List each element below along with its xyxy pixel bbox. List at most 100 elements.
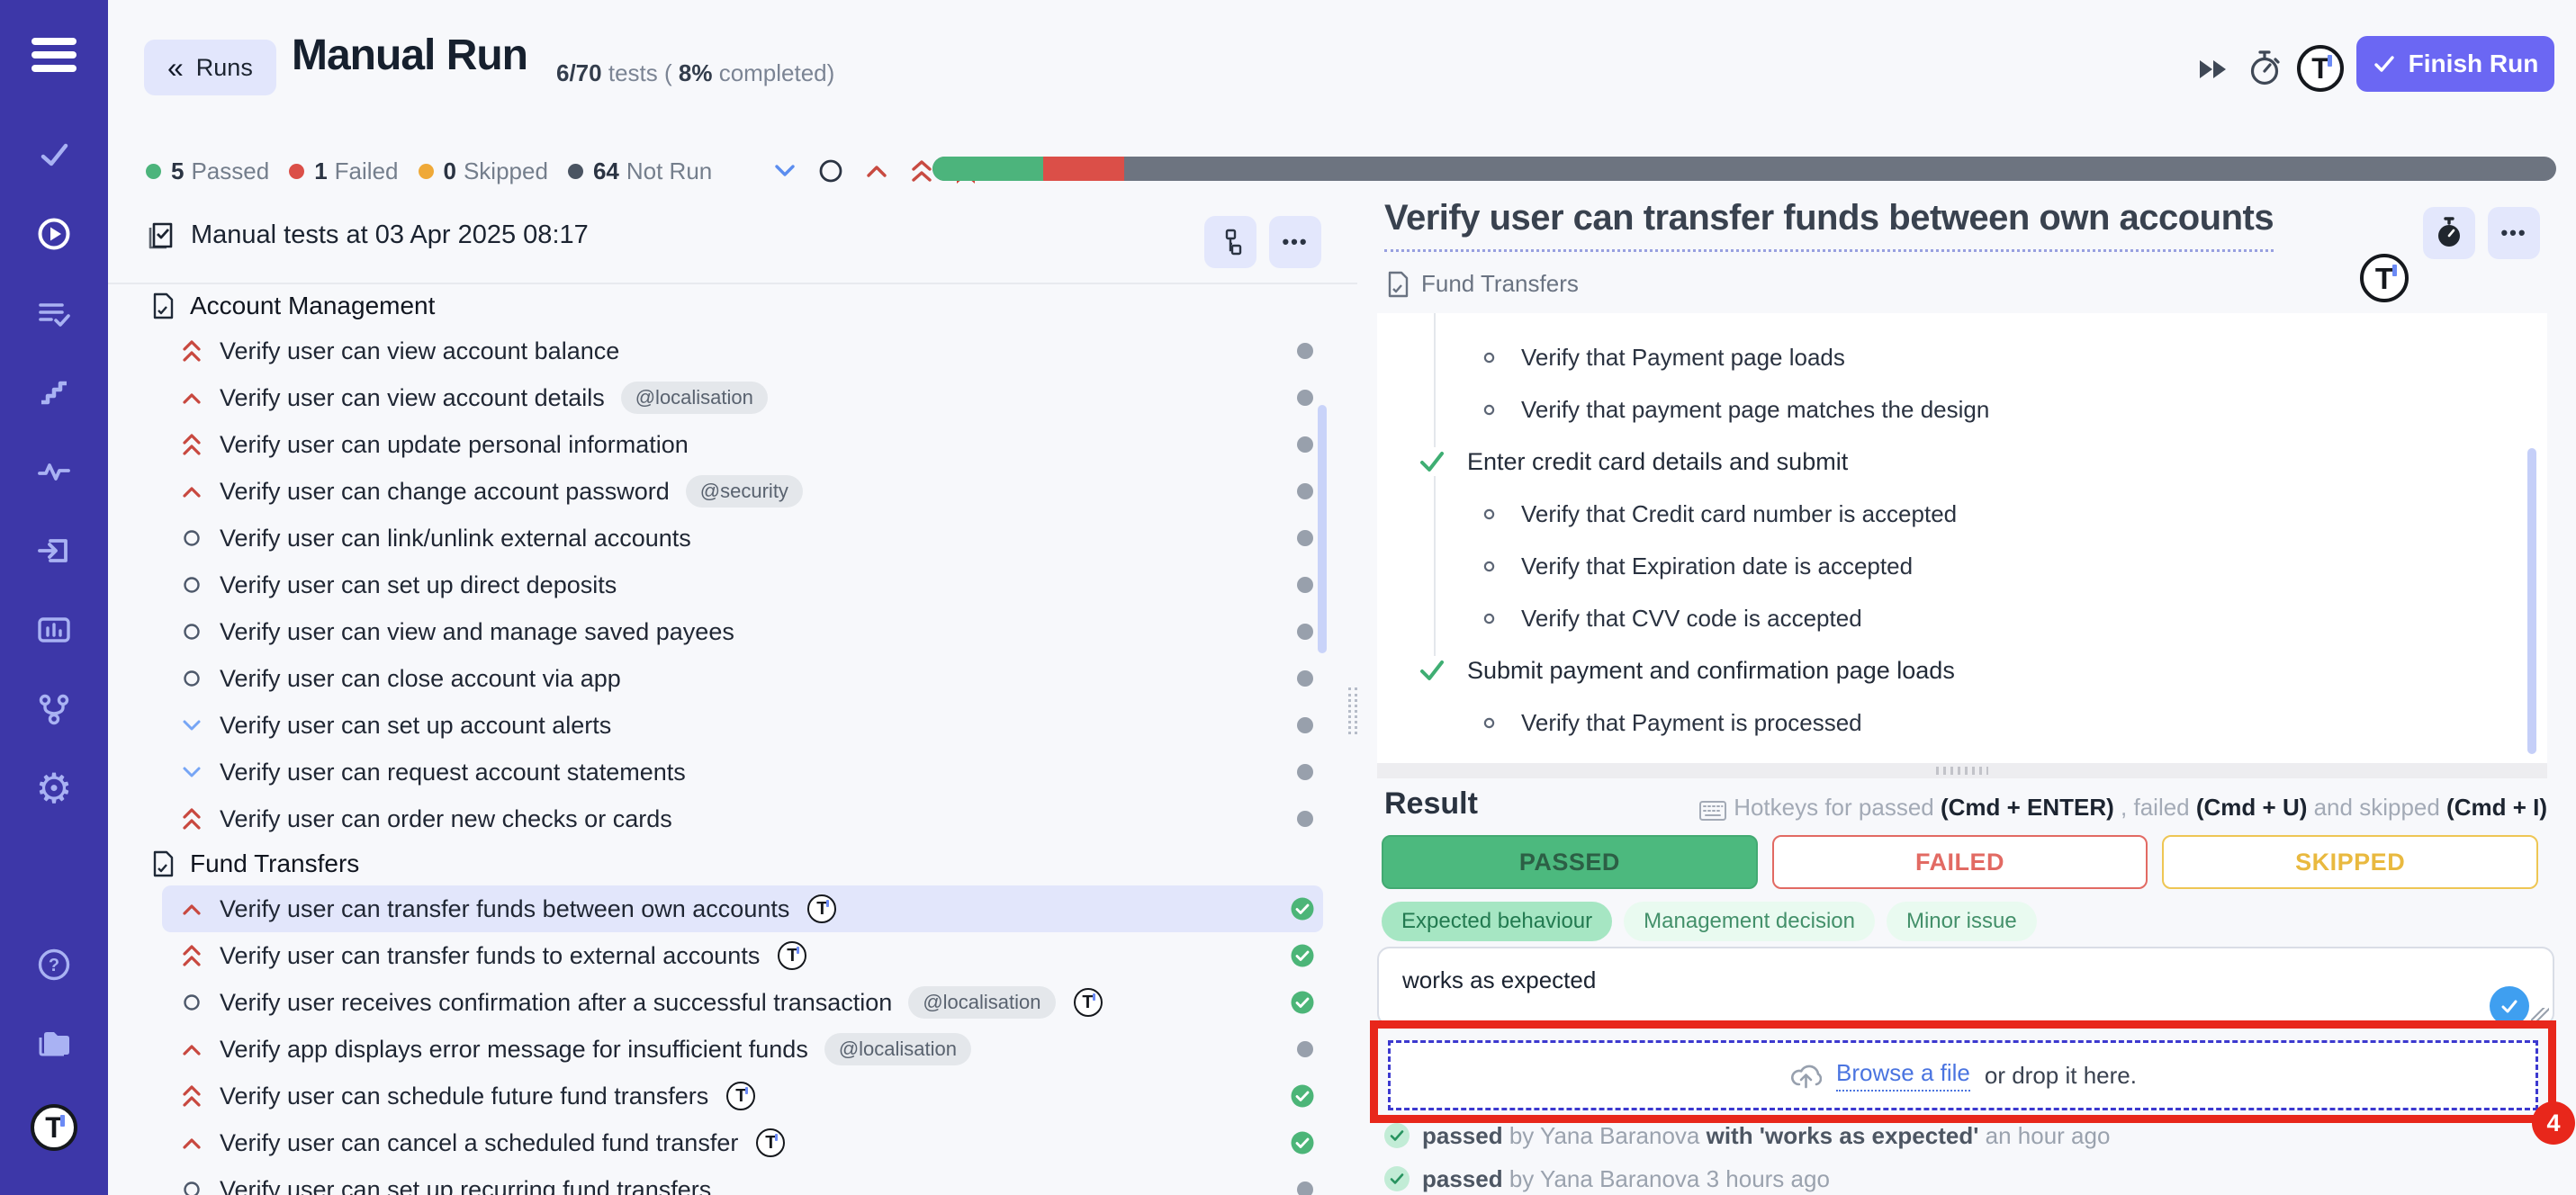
testomat-header-logo-icon[interactable]: T bbox=[2297, 45, 2344, 92]
finish-run-button[interactable]: Finish Run bbox=[2356, 36, 2554, 92]
chevron-down-icon[interactable] bbox=[773, 162, 797, 180]
fast-forward-icon[interactable] bbox=[2198, 56, 2229, 83]
back-to-runs-label: Runs bbox=[196, 54, 253, 82]
step-item[interactable]: Enter credit card details and submit bbox=[1377, 436, 2547, 488]
test-row[interactable]: Verify user can cancel a scheduled fund … bbox=[162, 1119, 1323, 1166]
progress-failed-segment bbox=[1043, 157, 1124, 181]
steps-stairs-icon[interactable] bbox=[35, 373, 73, 411]
quick-tag-minor-issue[interactable]: Minor issue bbox=[1887, 902, 2037, 941]
comment-resize-grip[interactable] bbox=[2531, 1008, 2549, 1026]
list-scrollbar[interactable] bbox=[1318, 405, 1327, 653]
status-dot-icon bbox=[289, 164, 304, 179]
check-icon bbox=[2373, 52, 2396, 76]
step-check-icon bbox=[1419, 447, 1446, 476]
testomat-logo-icon[interactable]: T bbox=[31, 1104, 77, 1151]
test-row[interactable]: Verify user can view account details@loc… bbox=[162, 374, 1323, 421]
test-row[interactable]: Verify app displays error message for in… bbox=[162, 1026, 1323, 1073]
step-item[interactable]: Submit payment and confirmation page loa… bbox=[1377, 644, 2547, 696]
test-row[interactable]: Verify user can update personal informat… bbox=[162, 421, 1323, 468]
priority-normal-icon bbox=[180, 529, 203, 547]
settings-gear-icon[interactable]: ⚙ bbox=[35, 769, 73, 807]
test-timer-button[interactable] bbox=[2423, 207, 2475, 259]
test-row[interactable]: Verify user can transfer funds between o… bbox=[162, 885, 1323, 932]
failed-button[interactable]: FAILED bbox=[1772, 835, 2148, 889]
substep-item[interactable]: Verify that payment page matches the des… bbox=[1377, 383, 2547, 436]
priority-highest-icon bbox=[180, 806, 203, 831]
annotation-badge: 4 bbox=[2532, 1101, 2575, 1145]
import-icon[interactable] bbox=[35, 532, 73, 570]
substep-item[interactable]: Verify that Payment is processed bbox=[1377, 696, 2547, 749]
quick-tag-expected-behaviour[interactable]: Expected behaviour bbox=[1382, 902, 1612, 941]
test-row[interactable]: Verify user can close account via app bbox=[162, 655, 1323, 702]
test-row[interactable]: Verify user can transfer funds to extern… bbox=[162, 932, 1323, 979]
test-row[interactable]: Verify user can view account balance bbox=[162, 328, 1323, 374]
substep-bullet-icon bbox=[1483, 613, 1495, 624]
double-caret-up-icon[interactable] bbox=[910, 158, 933, 184]
keyboard-icon bbox=[1699, 801, 1726, 821]
priority-highest-icon bbox=[180, 432, 203, 457]
check-icon bbox=[2499, 996, 2519, 1016]
browse-file-link[interactable]: Browse a file bbox=[1836, 1059, 1970, 1092]
test-status-passed-icon bbox=[1291, 991, 1314, 1014]
test-detail-title[interactable]: Verify user can transfer funds between o… bbox=[1384, 198, 2274, 252]
test-row[interactable]: Verify user can set up direct deposits bbox=[162, 562, 1323, 608]
file-upload-dropzone[interactable]: Browse a file or drop it here. bbox=[1388, 1040, 2538, 1110]
circle-outline-icon[interactable] bbox=[818, 158, 843, 184]
test-row[interactable]: Verify user can schedule future fund tra… bbox=[162, 1073, 1323, 1119]
projects-folder-icon[interactable] bbox=[35, 1025, 73, 1063]
analytics-chart-icon[interactable] bbox=[35, 611, 73, 649]
quick-tag-management-decision[interactable]: Management decision bbox=[1624, 902, 1875, 941]
test-automated-logo-icon: T bbox=[2360, 254, 2409, 302]
test-row[interactable]: Verify user can link/unlink external acc… bbox=[162, 515, 1323, 562]
passed-button[interactable]: PASSED bbox=[1382, 835, 1758, 889]
stopwatch-icon[interactable] bbox=[2247, 49, 2282, 88]
test-row[interactable]: Verify user can set up account alerts bbox=[162, 702, 1323, 749]
steps-scrollbar[interactable] bbox=[2527, 448, 2536, 754]
runs-play-icon[interactable] bbox=[35, 215, 73, 253]
run-more-options-button[interactable]: ••• bbox=[1269, 216, 1321, 268]
suite-header[interactable]: Fund Transfers bbox=[108, 842, 1357, 885]
test-status-notrun-icon bbox=[1296, 342, 1314, 360]
comment-input[interactable]: works as expected bbox=[1377, 947, 2554, 1026]
automated-test-icon: T bbox=[726, 1082, 755, 1110]
test-status-notrun-icon bbox=[1296, 389, 1314, 407]
plans-list-check-icon[interactable] bbox=[35, 294, 73, 332]
suite-header[interactable]: Account Management bbox=[108, 284, 1357, 328]
automated-test-icon: T bbox=[778, 941, 806, 970]
test-row[interactable]: Verify user can set up recurring fund tr… bbox=[162, 1166, 1323, 1195]
substep-item[interactable]: Verify that Expiration date is accepted bbox=[1377, 540, 2547, 592]
panel-resize-grip[interactable] bbox=[1348, 687, 1357, 734]
hamburger-menu-icon[interactable] bbox=[32, 38, 77, 72]
test-suite-breadcrumb[interactable]: Fund Transfers bbox=[1386, 270, 1579, 298]
priority-high-icon bbox=[180, 483, 203, 499]
test-row[interactable]: Verify user receives confirmation after … bbox=[162, 979, 1323, 1026]
steps-resize-handle[interactable] bbox=[1377, 763, 2547, 778]
help-icon[interactable]: ? bbox=[35, 946, 73, 984]
priority-highest-icon bbox=[180, 943, 203, 968]
priority-high-icon bbox=[180, 390, 203, 406]
priority-normal-icon bbox=[180, 623, 203, 641]
tests-check-icon[interactable] bbox=[35, 136, 73, 174]
test-more-options-button[interactable]: ••• bbox=[2488, 207, 2540, 259]
submit-comment-button[interactable] bbox=[2490, 986, 2529, 1026]
pulse-activity-icon[interactable] bbox=[35, 453, 73, 490]
skipped-button[interactable]: SKIPPED bbox=[2162, 835, 2538, 889]
test-row[interactable]: Verify user can request account statemen… bbox=[162, 749, 1323, 795]
test-status-notrun-icon bbox=[1296, 810, 1314, 828]
test-row[interactable]: Verify user can change account password@… bbox=[162, 468, 1323, 515]
substep-item[interactable]: Verify that CVV code is accepted bbox=[1377, 592, 2547, 644]
test-row[interactable]: Verify user can view and manage saved pa… bbox=[162, 608, 1323, 655]
run-progress-summary: 6/70 tests ( 8% completed) bbox=[556, 59, 834, 87]
group-by-suites-button[interactable] bbox=[1204, 216, 1256, 268]
drop-hint-text: or drop it here. bbox=[1985, 1062, 2137, 1090]
substep-item[interactable]: Verify that Credit card number is accept… bbox=[1377, 488, 2547, 540]
back-to-runs-button[interactable]: « Runs bbox=[144, 40, 276, 95]
caret-up-icon[interactable] bbox=[865, 162, 888, 180]
status-dot-icon bbox=[146, 164, 161, 179]
priority-normal-icon bbox=[180, 576, 203, 594]
substep-item[interactable]: Verify that Payment page loads bbox=[1377, 331, 2547, 383]
svg-text:?: ? bbox=[49, 956, 59, 975]
priority-low-icon bbox=[180, 765, 203, 779]
test-row[interactable]: Verify user can order new checks or card… bbox=[162, 795, 1323, 842]
branch-icon[interactable] bbox=[35, 690, 73, 728]
